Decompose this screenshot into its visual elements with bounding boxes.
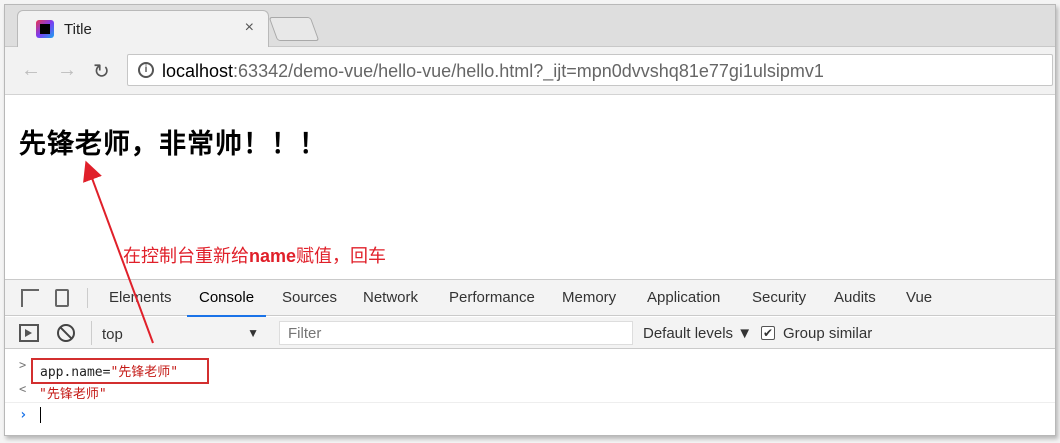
device-toggle-icon[interactable] xyxy=(55,289,69,307)
chevron-down-icon: ▼ xyxy=(247,326,259,340)
webstorm-icon xyxy=(36,20,54,38)
tab-security[interactable]: Security xyxy=(752,289,806,306)
inspect-icon[interactable] xyxy=(21,289,39,307)
clear-console-icon[interactable] xyxy=(57,324,75,342)
console-output: > app.name="先锋老师" < "先锋老师" › xyxy=(5,350,1055,435)
address-toolbar: ← → ↻ i localhost:63342/demo-vue/hello-v… xyxy=(5,47,1055,95)
console-input-line[interactable]: › xyxy=(5,402,1055,426)
console-command-line: > app.name="先锋老师" xyxy=(5,356,1055,384)
console-filter-bar: top ▼ Default levels ▼ ✔ Group similar xyxy=(5,317,1055,349)
tab-console[interactable]: Console xyxy=(186,289,267,317)
log-levels-dropdown[interactable]: Default levels ▼ xyxy=(643,325,752,342)
address-bar[interactable]: i localhost:63342/demo-vue/hello-vue/hel… xyxy=(127,54,1053,86)
url-path: :63342/demo-vue/hello-vue/hello.html?_ij… xyxy=(233,61,824,81)
filter-input[interactable] xyxy=(279,321,633,345)
command-text[interactable]: app.name="先锋老师" xyxy=(40,361,178,380)
url-host: localhost xyxy=(162,61,234,81)
tab-performance[interactable]: Performance xyxy=(449,289,535,306)
console-result-line: < "先锋老师" xyxy=(5,380,1055,402)
group-similar-checkbox[interactable]: ✔ xyxy=(761,326,775,340)
annotation-text: 在控制台重新给name赋值，回车 xyxy=(123,242,386,268)
close-icon[interactable]: × xyxy=(245,19,254,37)
reload-icon[interactable]: ↻ xyxy=(93,59,110,84)
result-text: "先锋老师" xyxy=(39,387,107,402)
tab-application[interactable]: Application xyxy=(647,289,720,306)
browser-tab[interactable]: Title × xyxy=(17,10,269,48)
context-value: top xyxy=(102,326,123,343)
devtools-panel: Elements Console Sources Network Perform… xyxy=(5,279,1055,435)
tab-strip: Title × xyxy=(5,5,1055,48)
annotation-suffix: 赋值，回车 xyxy=(296,246,387,267)
page-heading: 先锋老师，非常帅！！！ xyxy=(19,129,327,160)
tab-network[interactable]: Network xyxy=(363,289,418,306)
tab-audits[interactable]: Audits xyxy=(834,289,876,306)
new-tab-button[interactable] xyxy=(268,17,320,41)
browser-window: Title × ← → ↻ i localhost:63342/demo-vue… xyxy=(4,4,1056,436)
devtools-tabbar: Elements Console Sources Network Perform… xyxy=(5,280,1055,317)
forward-icon[interactable]: → xyxy=(57,59,77,82)
tab-memory[interactable]: Memory xyxy=(562,289,616,306)
sidebar-toggle-icon[interactable] xyxy=(19,324,39,342)
command-prefix: app.name= xyxy=(40,365,111,380)
tab-title: Title xyxy=(64,21,92,38)
command-prompt-icon: > xyxy=(19,358,27,372)
tab-elements[interactable]: Elements xyxy=(109,289,172,306)
context-select[interactable]: top ▼ xyxy=(91,321,267,345)
back-icon[interactable]: ← xyxy=(21,59,41,82)
annotation-prefix: 在控制台重新给 xyxy=(123,246,249,267)
tab-sources[interactable]: Sources xyxy=(282,289,337,306)
text-cursor xyxy=(40,407,41,423)
annotation-keyword: name xyxy=(249,246,297,266)
tab-vue[interactable]: Vue xyxy=(906,289,932,306)
url-text[interactable]: localhost:63342/demo-vue/hello-vue/hello… xyxy=(162,61,824,82)
info-icon[interactable]: i xyxy=(138,62,154,78)
divider xyxy=(87,288,88,308)
group-similar-label: Group similar xyxy=(783,325,873,342)
result-prompt-icon: < xyxy=(19,382,27,396)
chevron-right-icon: › xyxy=(19,407,28,423)
command-string: "先锋老师" xyxy=(110,365,179,380)
page-content: 先锋老师，非常帅！！！ 在控制台重新给name赋值，回车 xyxy=(5,96,1055,279)
